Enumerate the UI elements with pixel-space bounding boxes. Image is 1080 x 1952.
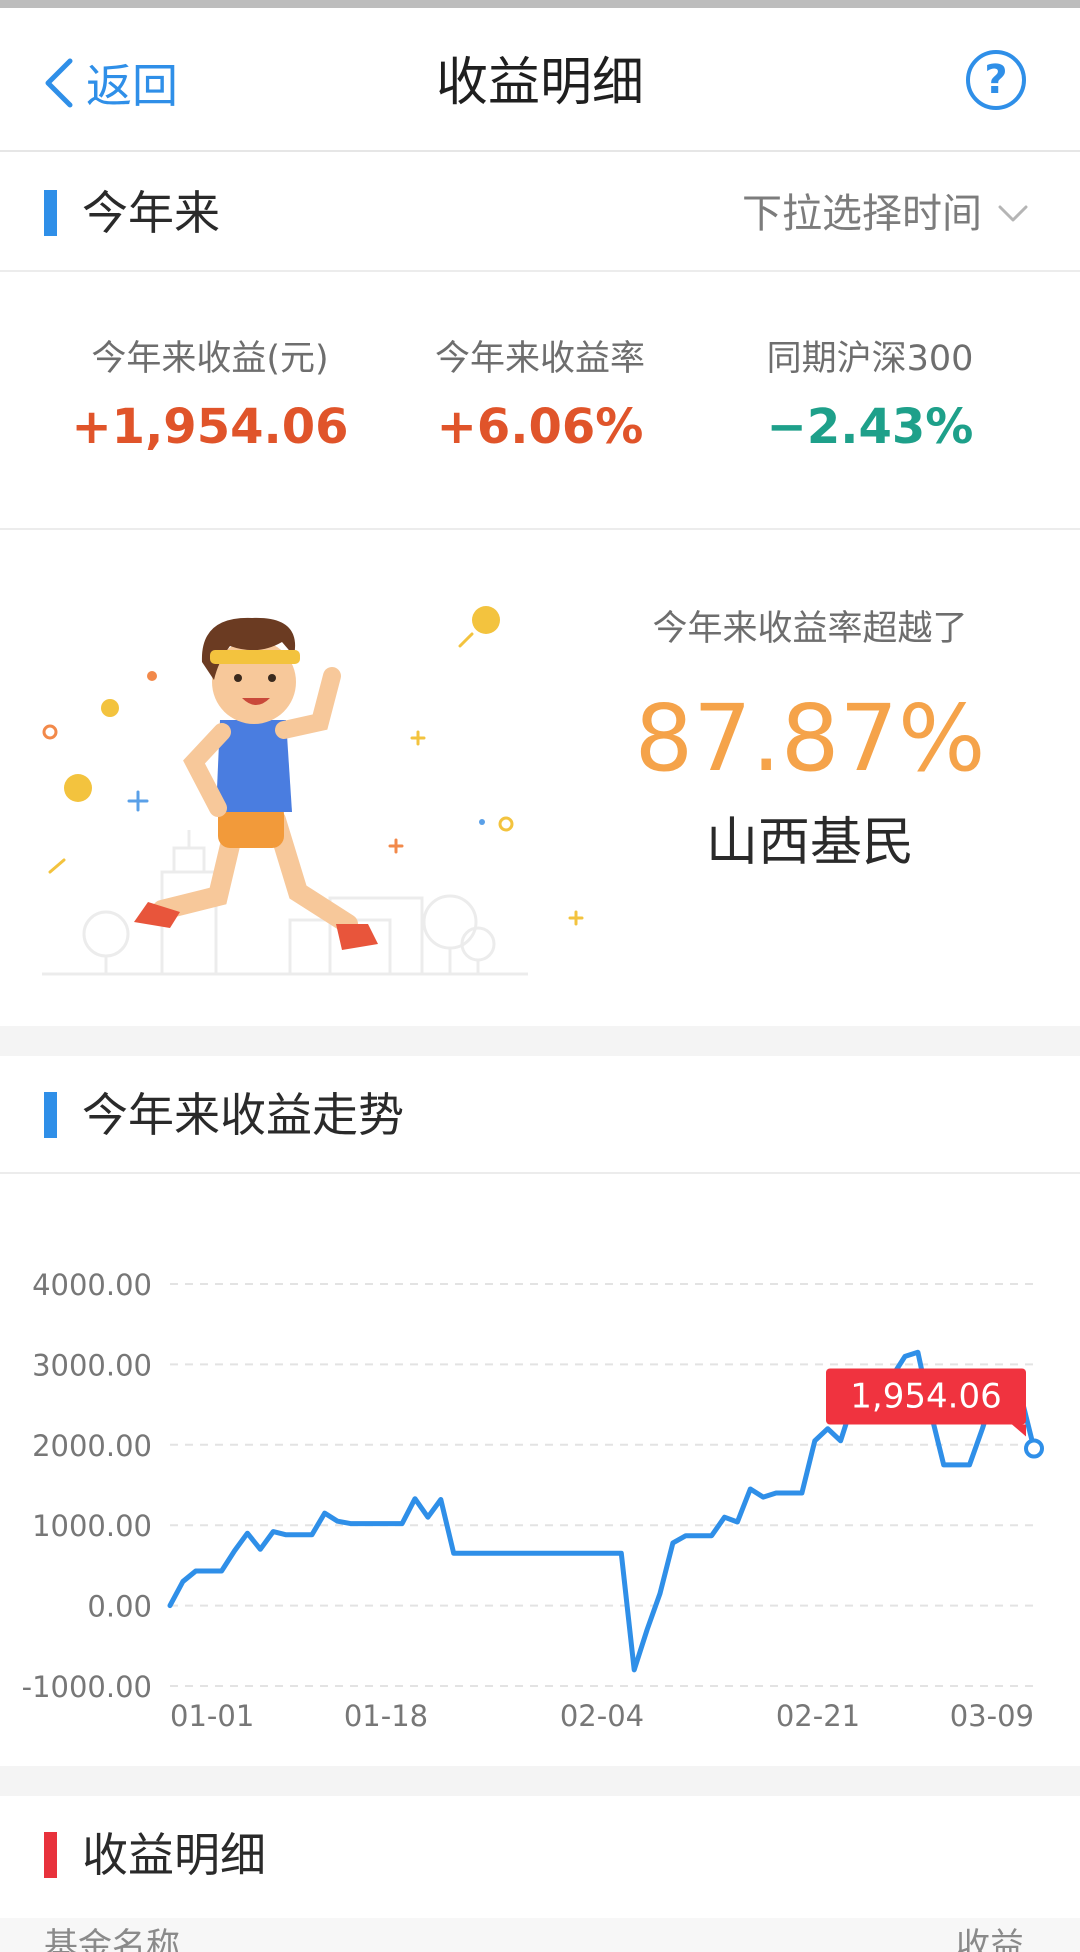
section-marker [44,190,57,236]
x-tick-label: 02-04 [560,1699,644,1733]
x-tick-label: 02-21 [776,1699,860,1733]
last-point-marker [1024,1438,1044,1459]
help-icon[interactable]: ? [966,50,1026,110]
y-tick-label: -1000.00 [22,1670,152,1704]
stat-value: −2.43% [766,399,974,455]
time-dropdown-label: 下拉选择时间 [742,191,982,237]
trend-title: 今年来收益走势 [82,1088,404,1142]
detail-table-header: 基金名称 收益 [0,1918,1080,1952]
stat-hs300: 同期沪深300 −2.43% [700,334,1040,462]
x-tick-label: 01-01 [170,1699,254,1733]
value-tooltip-label: 1,954.06 [850,1376,1001,1416]
stat-label: 今年来收益率 [434,339,645,379]
time-dropdown[interactable]: 下拉选择时间 [742,184,1028,244]
trend-chart: 4000.00 3000.00 2000.00 1000.00 0.00 -1000.00… [0,1176,1080,1766]
trend-header: 今年来收益走势 [0,1056,1080,1174]
stat-ytd-income: 今年来收益(元) +1,954.06 [40,334,380,462]
section-marker [44,1832,57,1878]
rank-group: 山西基民 [705,813,914,873]
rank-value: 87.87% [634,685,986,792]
value-tooltip-pointer [1012,1424,1026,1437]
y-tick-label: 3000.00 [32,1348,152,1382]
stat-value: +1,954.06 [71,399,349,455]
x-tick-label: 03-09 [950,1699,1034,1733]
col-fund-name: 基金名称 [44,1926,180,1952]
y-tick-label: 1000.00 [32,1509,152,1543]
runner-illustration [42,606,584,976]
detail-header: 收益明细 [0,1796,1080,1914]
y-tick-label: 4000.00 [32,1268,152,1302]
section-gap [0,1026,1080,1056]
period-header: 今年来 下拉选择时间 [0,154,1080,272]
period-title: 今年来 [82,186,220,240]
detail-title: 收益明细 [82,1828,266,1882]
trend-chart-svg: 4000.00 3000.00 2000.00 1000.00 0.00 -1000.00… [22,1268,1044,1733]
page-title: 收益明细 [435,53,644,113]
section-marker [44,1092,57,1138]
x-tick-label: 01-18 [344,1699,428,1733]
y-tick-label: 0.00 [87,1590,152,1624]
stat-ytd-return: 今年来收益率 +6.06% [370,334,710,462]
stats-panel: 今年来收益(元) +1,954.06 今年来收益率 +6.06% 同期沪深300… [0,272,1080,530]
stat-label: 同期沪深300 [766,339,974,379]
rank-panel: 今年来收益率超越了 87.87% 山西基民 [0,532,1080,1026]
nav-header: 返回 收益明细 ? [0,8,1080,152]
stat-value: +6.06% [436,399,644,455]
stat-label: 今年来收益(元) [91,339,329,379]
col-income: 收益 [956,1926,1024,1952]
status-strip [0,0,1080,8]
rank-label: 今年来收益率超越了 [652,609,968,649]
y-tick-label: 2000.00 [32,1429,152,1463]
chevron-down-icon [998,205,1028,222]
section-gap [0,1766,1080,1796]
